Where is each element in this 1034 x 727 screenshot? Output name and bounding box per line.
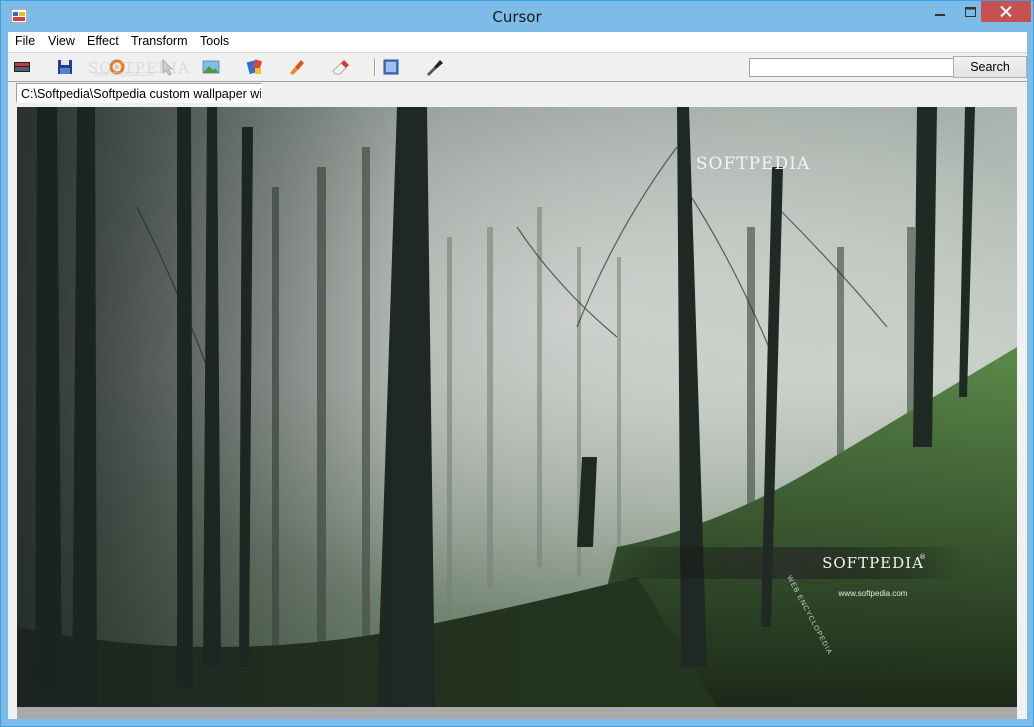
- menu-file[interactable]: File: [15, 34, 35, 48]
- save-button[interactable]: [55, 57, 75, 77]
- toolbar-separator: [374, 58, 376, 76]
- minimize-icon: [935, 13, 945, 16]
- menu-bar: File View Effect Transform Tools: [8, 32, 1027, 53]
- minimize-button[interactable]: [925, 1, 955, 22]
- frame-icon: [383, 59, 399, 75]
- paint-icon: [246, 59, 263, 75]
- title-bar[interactable]: Cursor: [1, 1, 1033, 32]
- dropper-button[interactable]: [424, 57, 444, 77]
- open-image-icon: [14, 62, 30, 72]
- logo-registered: ®: [919, 553, 926, 561]
- window-title: Cursor: [492, 8, 542, 26]
- eraser-icon: [332, 60, 349, 75]
- brush-button[interactable]: [286, 57, 306, 77]
- menu-tools[interactable]: Tools: [200, 34, 229, 48]
- toolbar-watermark-small: www.softpedia.com: [94, 71, 155, 78]
- close-icon: [1000, 6, 1012, 17]
- file-path-field[interactable]: C:\Softpedia\Softpedia custom wallpaper …: [16, 83, 262, 103]
- image-icon: [202, 60, 220, 74]
- logo-top: SOFTPEDIA: [696, 154, 810, 174]
- horizontal-scrollbar[interactable]: [17, 707, 1017, 719]
- menu-view[interactable]: View: [48, 34, 75, 48]
- eraser-button[interactable]: [330, 57, 350, 77]
- open-image-button[interactable]: [12, 57, 32, 77]
- image-url: www.softpedia.com: [838, 589, 908, 598]
- brush-icon: [290, 60, 304, 75]
- paint-button[interactable]: [245, 57, 265, 77]
- dropper-icon: [427, 60, 443, 76]
- close-button[interactable]: [981, 1, 1031, 22]
- save-icon: [58, 60, 72, 74]
- search-input[interactable]: [749, 58, 955, 77]
- search-button[interactable]: Search: [953, 56, 1027, 78]
- logo-bottom: SOFTPEDIA: [822, 554, 924, 572]
- menu-effect[interactable]: Effect: [87, 34, 119, 48]
- maximize-icon: [964, 6, 976, 17]
- app-window: Cursor File View Effect Transform Tools: [0, 0, 1034, 727]
- image-button[interactable]: [201, 57, 221, 77]
- wallpaper-image: SOFTPEDIA SOFTPEDIA ® www.softpedia.com …: [17, 107, 1017, 707]
- menu-transform[interactable]: Transform: [131, 34, 188, 48]
- frame-button[interactable]: [381, 57, 401, 77]
- client-area: File View Effect Transform Tools SOFTPED…: [8, 32, 1027, 719]
- image-viewport[interactable]: SOFTPEDIA SOFTPEDIA ® www.softpedia.com …: [17, 107, 1017, 719]
